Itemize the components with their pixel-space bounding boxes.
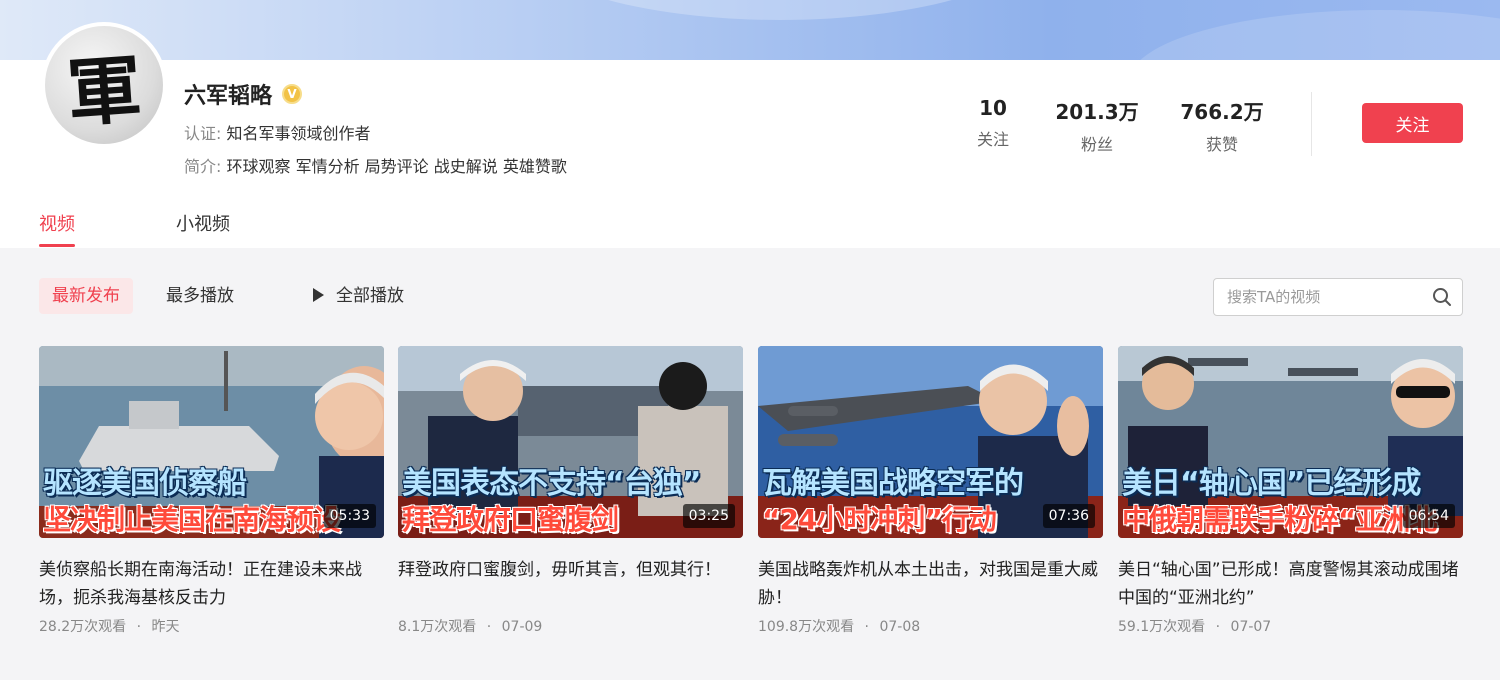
video-title[interactable]: 拜登政府口蜜腹剑，毋听其言，但观其行！ <box>398 556 743 612</box>
video-card[interactable]: 美日“轴心国”已经形成 中俄朝需联手粉碎“亚洲北 06:54 美日“轴心国”已形… <box>1118 346 1463 636</box>
video-duration: 03:25 <box>682 504 735 528</box>
avatar-glyph: 軍 <box>64 46 145 137</box>
profile-header: 軍 六军韬略 V 认证: 知名军事领域创作者 简介: 环球观察 军情分析 局势评… <box>0 22 1500 248</box>
video-thumbnail[interactable]: 美日“轴心国”已经形成 中俄朝需联手粉碎“亚洲北 06:54 <box>1118 346 1463 538</box>
play-icon <box>313 288 324 302</box>
video-meta: 59.1万次观看 · 07-07 <box>1118 616 1463 636</box>
video-duration: 06:54 <box>1402 504 1455 528</box>
publish-date: 07-08 <box>879 619 921 635</box>
video-card[interactable]: 美国表态不支持“台独” 拜登政府口蜜腹剑 03:25 拜登政府口蜜腹剑，毋听其言… <box>398 346 743 636</box>
filter-bar: 最新发布 最多播放 全部播放 <box>0 278 1500 316</box>
meta-separator: · <box>864 619 869 635</box>
video-thumbnail[interactable]: 驱逐美国侦察船 坚决制止美国在南海预设 05:33 <box>39 346 384 538</box>
search-icon[interactable] <box>1432 287 1452 307</box>
name-row: 六军韬略 V <box>184 78 303 110</box>
thumbnail-caption-bottom: 中俄朝需联手粉碎“亚洲北 <box>1122 503 1437 536</box>
active-tab-indicator <box>39 244 75 247</box>
tab-short-videos[interactable]: 小视频 <box>176 210 230 236</box>
tab-videos[interactable]: 视频 <box>39 210 75 236</box>
stat-followers[interactable]: 201.3万 粉丝 <box>1042 96 1152 155</box>
content-tabs: 视频 小视频 <box>0 206 1500 248</box>
video-duration: 07:36 <box>1042 504 1095 528</box>
thumbnail-caption-top: 美日“轴心国”已经形成 <box>1122 466 1421 501</box>
avatar-image: 軍 <box>45 26 163 144</box>
meta-separator: · <box>136 619 142 635</box>
video-title[interactable]: 美日“轴心国”已形成！高度警惕其滚动成围堵中国的“亚洲北约” <box>1118 556 1463 612</box>
certification: 认证: 知名军事领域创作者 <box>184 120 371 144</box>
video-meta: 28.2万次观看 · 昨天 <box>39 616 384 636</box>
channel-name: 六军韬略 <box>184 84 273 109</box>
stat-likes: 766.2万 获赞 <box>1167 96 1277 155</box>
introduction: 简介: 环球观察 军情分析 局势评论 战史解说 英雄赞歌 <box>184 153 567 177</box>
stat-number: 10 <box>979 96 1007 120</box>
publish-date: 07-09 <box>501 619 543 635</box>
view-count: 109.8万次观看 <box>758 619 855 635</box>
sort-latest-button[interactable]: 最新发布 <box>39 278 133 314</box>
play-all-button[interactable]: 全部播放 <box>300 278 417 314</box>
video-meta: 8.1万次观看 · 07-09 <box>398 616 743 636</box>
view-count: 8.1万次观看 <box>398 619 477 635</box>
view-count: 28.2万次观看 <box>39 619 127 635</box>
video-thumbnail[interactable]: 瓦解美国战略空军的 “24小时冲刺”行动 07:36 <box>758 346 1103 538</box>
meta-separator: · <box>1215 619 1221 635</box>
video-card[interactable]: 驱逐美国侦察船 坚决制止美国在南海预设 05:33 美侦察船长期在南海活动！正在… <box>39 346 384 636</box>
video-meta: 109.8万次观看 · 07-08 <box>758 616 1103 636</box>
thumbnail-caption-top: 驱逐美国侦察船 <box>43 466 247 501</box>
follow-button[interactable]: 关注 <box>1362 103 1463 143</box>
thumbnail-caption-top: 美国表态不支持“台独” <box>402 466 701 501</box>
view-count: 59.1万次观看 <box>1118 619 1206 635</box>
video-title[interactable]: 美国战略轰炸机从本土出击，对我国是重大威胁！ <box>758 556 1103 612</box>
stat-number: 201.3万 <box>1055 100 1139 124</box>
stat-following[interactable]: 10 关注 <box>938 96 1048 150</box>
publish-date: 07-07 <box>1230 619 1272 635</box>
divider <box>1311 92 1312 156</box>
intro-value: 环球观察 军情分析 局势评论 战史解说 英雄赞歌 <box>226 157 567 176</box>
stat-label: 获赞 <box>1205 135 1238 154</box>
play-all-label: 全部播放 <box>336 286 404 306</box>
intro-label: 简介: <box>184 157 222 176</box>
stat-label: 关注 <box>976 130 1009 149</box>
thumbnail-caption-bottom: 拜登政府口蜜腹剑 <box>402 503 619 536</box>
video-card[interactable]: 瓦解美国战略空军的 “24小时冲刺”行动 07:36 美国战略轰炸机从本土出击，… <box>758 346 1103 636</box>
search-input[interactable] <box>1227 279 1427 315</box>
publish-date: 昨天 <box>151 619 180 635</box>
meta-separator: · <box>486 619 492 635</box>
stat-number: 766.2万 <box>1180 100 1264 124</box>
thumbnail-caption-bottom: 坚决制止美国在南海预设 <box>43 503 341 536</box>
search-box <box>1213 278 1463 316</box>
cert-value: 知名军事领域创作者 <box>226 124 371 143</box>
verified-badge-icon: V <box>282 84 303 104</box>
cert-label: 认证: <box>184 124 222 143</box>
avatar[interactable]: 軍 <box>41 22 167 148</box>
thumbnail-caption-bottom: “24小时冲刺”行动 <box>762 503 997 536</box>
sort-most-played-button[interactable]: 最多播放 <box>153 278 247 314</box>
thumbnail-caption-top: 瓦解美国战略空军的 <box>762 466 1024 501</box>
stat-label: 粉丝 <box>1080 135 1113 154</box>
profile-banner <box>0 0 1500 60</box>
video-thumbnail[interactable]: 美国表态不支持“台独” 拜登政府口蜜腹剑 03:25 <box>398 346 743 538</box>
video-duration: 05:33 <box>323 504 376 528</box>
video-title[interactable]: 美侦察船长期在南海活动！正在建设未来战场，扼杀我海基核反击力 <box>39 556 384 612</box>
